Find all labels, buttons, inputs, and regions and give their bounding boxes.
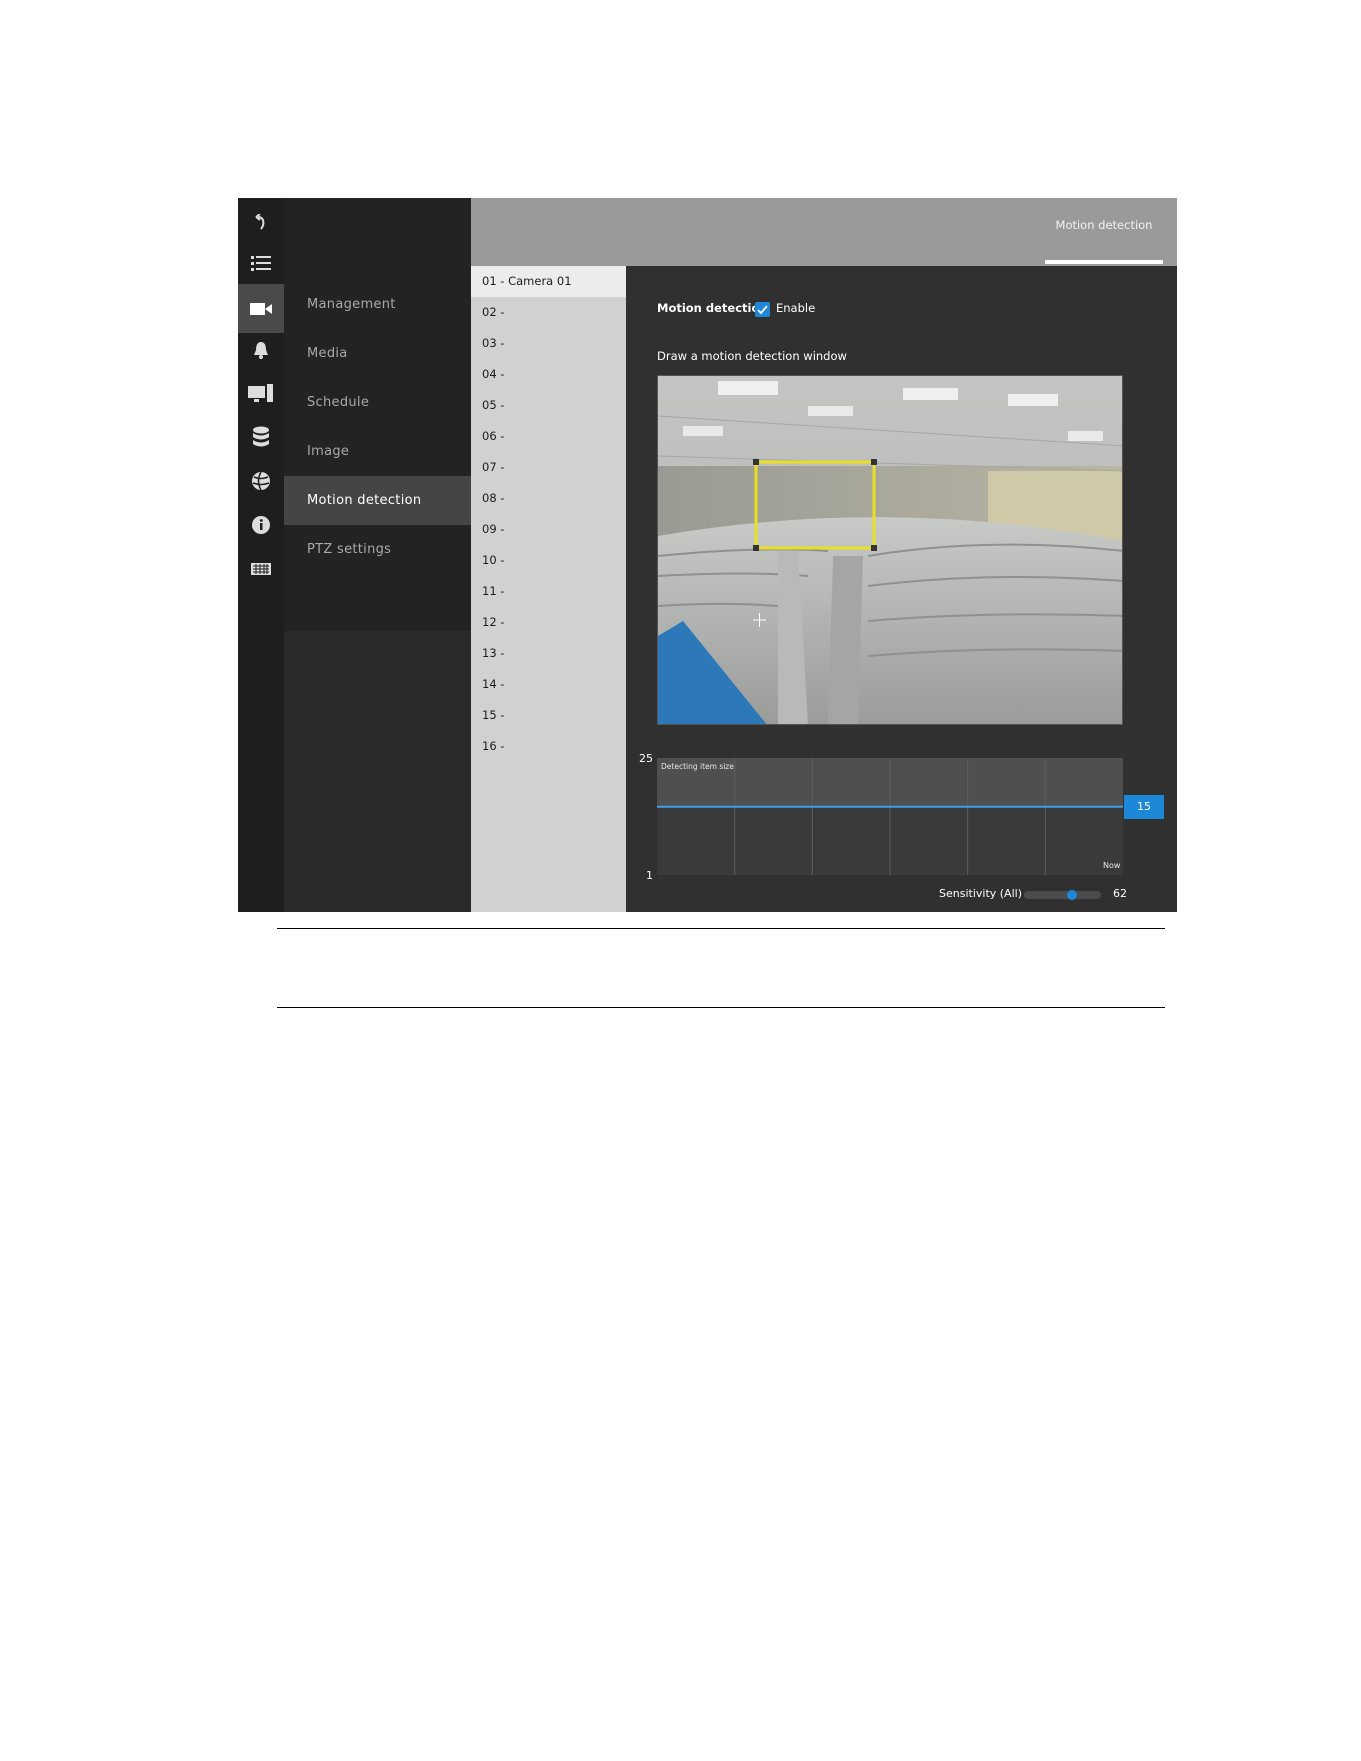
menu-item-management[interactable]: Management (284, 280, 471, 329)
menu-item-image[interactable]: Image (284, 427, 471, 476)
icon-rail (238, 198, 284, 912)
info-icon[interactable] (238, 500, 284, 549)
enable-label: Enable (776, 301, 816, 315)
chart-y-max: 25 (639, 752, 653, 765)
camera-list-item[interactable]: 05 - (471, 390, 626, 421)
database-icon[interactable] (238, 412, 284, 461)
caption-top-rule (277, 928, 1165, 929)
tab-motion-detection[interactable]: Motion detection (1045, 218, 1163, 232)
camera-list-item[interactable]: 08 - (471, 483, 626, 514)
camera-list: 01 - Camera 01 02 -03 -04 -05 -06 -07 -08… (471, 266, 626, 912)
camera-list-item[interactable]: 06 - (471, 421, 626, 452)
enable-checkbox[interactable] (755, 302, 770, 317)
camera-view[interactable] (657, 375, 1123, 725)
camera-list-item[interactable]: 15 - (471, 700, 626, 731)
detecting-item-size-chart: Detecting item size Now (657, 758, 1123, 875)
camera-list-item[interactable]: 07 - (471, 452, 626, 483)
camera-list-item[interactable]: 02 - (471, 297, 626, 328)
header-bar: Motion detection (471, 198, 1177, 266)
camera-list-item[interactable]: 03 - (471, 328, 626, 359)
sensitivity-value: 62 (1113, 887, 1127, 900)
caption-bottom-rule (277, 1007, 1165, 1008)
menu-item-media[interactable]: Media (284, 329, 471, 378)
camera-list-item[interactable]: 04 - (471, 359, 626, 390)
check-icon (757, 305, 768, 315)
sensitivity-label: Sensitivity (All) (939, 887, 1022, 900)
bell-icon[interactable] (238, 325, 284, 374)
sensitivity-slider-handle[interactable] (1066, 890, 1077, 900)
display-icon[interactable] (238, 369, 284, 418)
camera-list-item[interactable]: 10 - (471, 545, 626, 576)
camera-list-item[interactable]: 16 - (471, 731, 626, 762)
menu-item-schedule[interactable]: Schedule (284, 378, 471, 427)
draw-window-label: Draw a motion detection window (657, 349, 847, 363)
camera-list-item[interactable]: 12 - (471, 607, 626, 638)
chart-now-label: Now (1103, 861, 1121, 870)
menu-item-ptz-settings[interactable]: PTZ settings (284, 525, 471, 574)
motion-detection-label: Motion detection (657, 301, 768, 315)
camera-list-item[interactable]: 09 - (471, 514, 626, 545)
sensitivity-slider[interactable] (1024, 890, 1101, 900)
keyboard-icon[interactable] (238, 544, 284, 593)
item-size-value[interactable]: 15 (1124, 794, 1164, 819)
menu-item-motion-detection[interactable]: Motion detection (284, 476, 471, 525)
camera-list-item[interactable]: 14 - (471, 669, 626, 700)
camera-list-item[interactable]: 13 - (471, 638, 626, 669)
globe-icon[interactable] (238, 456, 284, 505)
camera-list-item[interactable]: 01 - Camera 01 (471, 266, 626, 297)
list-icon[interactable] (238, 239, 284, 288)
motion-detection-panel: Motion detection Enable Draw a motion de… (626, 266, 1177, 912)
chart-y-min: 1 (646, 869, 653, 882)
camera-list-item[interactable]: 11 - (471, 576, 626, 607)
office-scene-image (658, 376, 1122, 724)
settings-menu: Management Media Schedule Image Motion detec… (284, 198, 471, 912)
chart-title: Detecting item size (661, 762, 734, 771)
active-tab-indicator (1045, 260, 1163, 264)
nvr-settings-screenshot: Management Media Schedule Image Motion detec… (238, 198, 1177, 912)
